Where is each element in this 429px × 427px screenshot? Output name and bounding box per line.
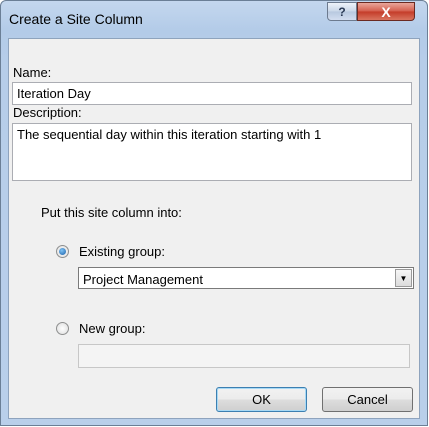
dialog-title: Create a Site Column: [9, 11, 143, 27]
chevron-down-icon[interactable]: ▼: [395, 269, 412, 287]
existing-group-selected-value: Project Management: [83, 272, 203, 287]
question-mark-icon: ?: [338, 4, 346, 19]
cancel-button[interactable]: Cancel: [322, 387, 413, 412]
description-label: Description:: [13, 105, 82, 120]
ok-button[interactable]: OK: [216, 387, 307, 412]
dialog-body: Name: Description: The sequential day wi…: [8, 38, 420, 419]
new-group-radio[interactable]: [56, 322, 69, 335]
new-group-label[interactable]: New group:: [79, 321, 145, 336]
help-button[interactable]: ?: [327, 2, 357, 21]
name-input[interactable]: [12, 82, 412, 105]
create-site-column-dialog: Create a Site Column ? X Name: Descripti…: [0, 0, 428, 426]
existing-group-radio[interactable]: [56, 245, 69, 258]
existing-group-label[interactable]: Existing group:: [79, 244, 165, 259]
close-icon: X: [381, 3, 391, 20]
new-group-input[interactable]: [78, 344, 410, 368]
description-input[interactable]: The sequential day within this iteration…: [12, 123, 412, 181]
cancel-button-label: Cancel: [347, 392, 388, 407]
put-into-label: Put this site column into:: [41, 205, 182, 220]
close-button[interactable]: X: [357, 2, 415, 21]
existing-group-select[interactable]: Project Management ▼: [78, 267, 414, 289]
title-bar[interactable]: Create a Site Column ? X: [1, 1, 427, 37]
name-label: Name:: [13, 65, 52, 80]
ok-button-label: OK: [252, 392, 271, 407]
